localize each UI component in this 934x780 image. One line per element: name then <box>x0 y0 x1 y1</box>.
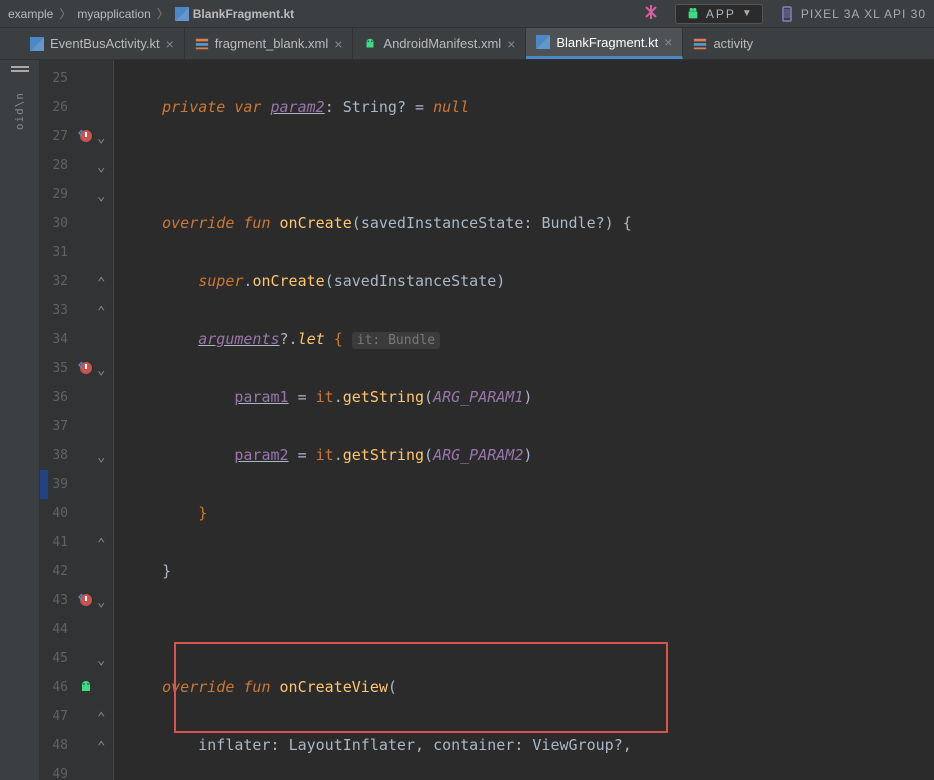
fold-icon[interactable]: ⌃ <box>97 536 109 548</box>
chevron-right-icon: 〉 <box>157 5 169 22</box>
line-number: 30 <box>40 209 68 238</box>
close-icon[interactable]: × <box>507 37 515 51</box>
line-number: 25 <box>40 64 68 93</box>
chevron-right-icon: 〉 <box>59 5 71 22</box>
kotlin-icon <box>175 7 189 21</box>
breadcrumb-part[interactable]: myapplication <box>77 7 150 21</box>
toolbar-right: APP ▼ PIXEL 3A XL API 30 <box>643 4 926 24</box>
current-line-highlight <box>40 470 48 499</box>
fold-icon[interactable]: ⌄ <box>97 594 109 606</box>
fold-icon[interactable]: ⌃ <box>97 710 109 722</box>
run-configuration-dropdown[interactable]: APP ▼ <box>675 4 763 24</box>
line-number: 27 <box>40 122 68 151</box>
close-icon[interactable]: × <box>166 37 174 51</box>
line-number: 46 <box>40 673 68 702</box>
line-number: 41 <box>40 528 68 557</box>
fold-icon[interactable]: ⌄ <box>97 188 109 200</box>
line-number: 40 <box>40 499 68 528</box>
tab-overflow-left[interactable] <box>0 28 20 59</box>
breadcrumb-part[interactable]: example <box>8 7 53 21</box>
line-number: 49 <box>40 760 68 780</box>
fold-icon[interactable]: ⌄ <box>97 130 109 142</box>
layout-xml-icon <box>195 37 209 51</box>
layout-xml-icon <box>693 37 707 51</box>
editor-tabs: EventBusActivity.kt × fragment_blank.xml… <box>0 28 934 60</box>
tab-blankfragment[interactable]: BlankFragment.kt × <box>526 28 683 59</box>
close-icon[interactable]: × <box>664 35 672 49</box>
line-number: 35 <box>40 354 68 383</box>
code-area[interactable]: private var param2: String? = null overr… <box>114 60 934 780</box>
tab-androidmanifest[interactable]: AndroidManifest.xml × <box>353 28 526 59</box>
line-number: 47 <box>40 702 68 731</box>
breadcrumb[interactable]: example 〉 myapplication 〉 BlankFragment.… <box>8 5 643 22</box>
line-number: 44 <box>40 615 68 644</box>
android-icon <box>363 37 377 51</box>
editor-body: oid\n 2526272829303132333435363738394041… <box>0 60 934 780</box>
breadcrumb-file[interactable]: BlankFragment.kt <box>175 7 294 21</box>
settings-icon[interactable] <box>643 4 659 23</box>
tab-fragment-blank-xml[interactable]: fragment_blank.xml × <box>185 28 354 59</box>
line-number: 28 <box>40 151 68 180</box>
code-editor[interactable]: 2526272829303132333435363738394041424344… <box>40 60 934 780</box>
tool-window-label[interactable]: oid\n <box>13 92 26 130</box>
line-number: 38 <box>40 441 68 470</box>
device-label: PIXEL 3A XL API 30 <box>801 7 926 21</box>
dock-icon[interactable] <box>11 70 29 72</box>
ide-root: example 〉 myapplication 〉 BlankFragment.… <box>0 0 934 780</box>
icon-gutter: ⌄ ⌄ ⌄ ⌃ ⌃ ⌄ ⌄ ⌃ ⌄ ⌄ ⌃ ⌃ <box>74 60 114 780</box>
fold-icon[interactable]: ⌄ <box>97 449 109 461</box>
line-number: 33 <box>40 296 68 325</box>
fold-icon[interactable]: ⌄ <box>97 159 109 171</box>
fold-icon[interactable]: ⌃ <box>97 304 109 316</box>
fold-icon[interactable]: ⌄ <box>97 652 109 664</box>
kotlin-icon <box>30 37 44 51</box>
top-toolbar: example 〉 myapplication 〉 BlankFragment.… <box>0 0 934 28</box>
line-number: 29 <box>40 180 68 209</box>
line-number: 34 <box>40 325 68 354</box>
fold-icon[interactable]: ⌃ <box>97 739 109 751</box>
run-config-label: APP <box>706 7 736 21</box>
close-icon[interactable]: × <box>334 37 342 51</box>
line-number: 45 <box>40 644 68 673</box>
line-number: 37 <box>40 412 68 441</box>
line-number: 42 <box>40 557 68 586</box>
kotlin-icon <box>536 35 550 49</box>
android-run-icon[interactable] <box>78 679 110 695</box>
device-selector[interactable]: PIXEL 3A XL API 30 <box>779 6 926 22</box>
chevron-down-icon: ▼ <box>742 8 752 19</box>
line-number: 43 <box>40 586 68 615</box>
left-tool-rail: oid\n <box>0 60 40 780</box>
line-number: 26 <box>40 93 68 122</box>
phone-icon <box>779 6 795 22</box>
line-number: 36 <box>40 383 68 412</box>
tab-activity[interactable]: activity <box>683 28 763 59</box>
line-number-gutter: 2526272829303132333435363738394041424344… <box>40 60 74 780</box>
line-number: 31 <box>40 238 68 267</box>
fold-icon[interactable]: ⌄ <box>97 362 109 374</box>
android-icon <box>686 7 700 21</box>
line-number: 32 <box>40 267 68 296</box>
line-number: 48 <box>40 731 68 760</box>
tab-eventbusactivity[interactable]: EventBusActivity.kt × <box>20 28 185 59</box>
fold-icon[interactable]: ⌃ <box>97 275 109 287</box>
